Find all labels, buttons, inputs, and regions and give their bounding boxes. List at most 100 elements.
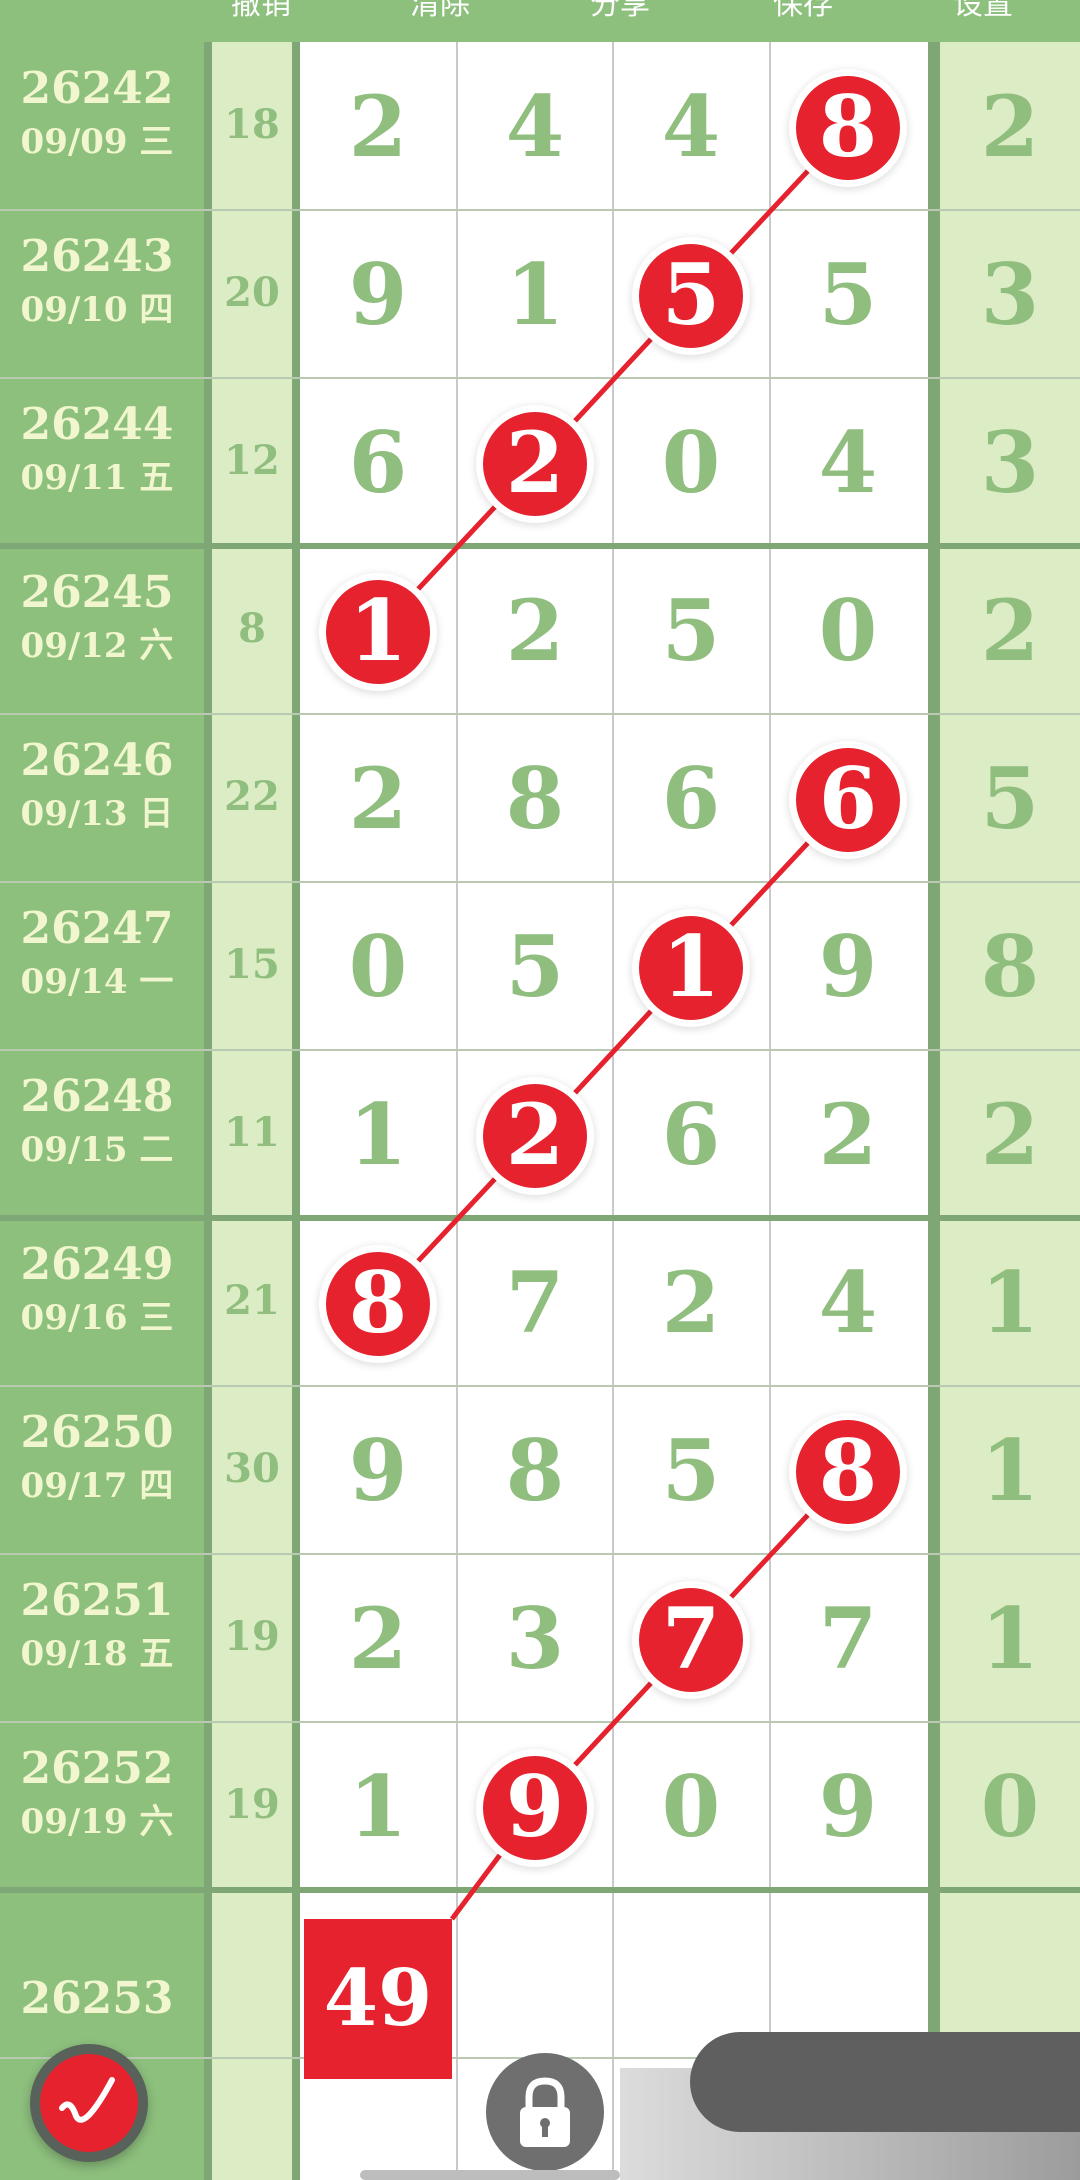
pen-icon (40, 2054, 138, 2152)
digit-cell[interactable]: 9 (300, 1426, 456, 1516)
issue-date: 09/16 三 (20, 1298, 174, 1338)
digit-sum: 20 (224, 269, 280, 316)
floating-toolbar[interactable] (690, 2032, 1080, 2132)
issue-date: 09/09 三 (20, 122, 174, 162)
issue-number: 26249 (20, 1239, 174, 1290)
pen-button[interactable] (30, 2044, 148, 2162)
digit-cell[interactable]: 5 (457, 922, 613, 1012)
issue-number: 26243 (20, 231, 174, 282)
digit-cell[interactable]: 8 (770, 82, 926, 172)
last-digit-cell: 1 (980, 1421, 1040, 1520)
digit-cell[interactable]: 7 (613, 1594, 769, 1684)
lock-icon (520, 2077, 570, 2147)
issue-number: 26251 (20, 1575, 174, 1626)
digit-cell[interactable]: 4 (613, 82, 769, 172)
digit-cell[interactable]: 2 (300, 754, 456, 844)
last-digit-cell: 3 (980, 245, 1040, 344)
digit-cell[interactable]: 5 (613, 250, 769, 340)
current-issue-number: 26253 (20, 1973, 174, 2024)
digit-cell[interactable]: 1 (300, 1762, 456, 1852)
digit-cell[interactable]: 5 (613, 586, 769, 676)
last-digit-cell: 2 (980, 77, 1040, 176)
issue-number: 26250 (20, 1407, 174, 1458)
last-digit-cell: 1 (980, 1589, 1040, 1688)
result-marker[interactable]: 49 (304, 1919, 452, 2079)
digit-cell[interactable]: 3 (457, 1594, 613, 1684)
digit-sum: 15 (224, 941, 280, 988)
digit-cell[interactable]: 8 (457, 1426, 613, 1516)
issue-number: 26244 (20, 399, 174, 450)
table-row: 26251 09/18 五 19 2 3 7 7 1 (0, 1554, 1080, 1722)
digit-cell[interactable]: 2 (770, 1090, 926, 1180)
issue-date: 09/19 六 (20, 1802, 174, 1842)
last-digit-cell: 2 (980, 1085, 1040, 1184)
digit-cell[interactable]: 4 (457, 82, 613, 172)
digit-sum: 11 (224, 1109, 280, 1156)
digit-cell[interactable]: 6 (770, 754, 926, 844)
digit-cell[interactable]: 2 (457, 418, 613, 508)
digit-cell[interactable]: 1 (457, 250, 613, 340)
digit-cell[interactable]: 8 (770, 1426, 926, 1516)
digit-cell[interactable]: 1 (300, 1090, 456, 1180)
digit-cell[interactable]: 8 (457, 754, 613, 844)
last-digit-cell: 8 (980, 917, 1040, 1016)
issue-number: 26242 (20, 63, 174, 114)
digit-cell[interactable]: 0 (300, 922, 456, 1012)
digit-cell[interactable]: 9 (770, 1762, 926, 1852)
digit-cell[interactable]: 6 (613, 1090, 769, 1180)
table-row: 26247 09/14 一 15 0 5 1 9 8 (0, 882, 1080, 1050)
digit-cell[interactable]: 5 (613, 1426, 769, 1516)
digit-sum: 19 (224, 1613, 280, 1660)
digit-sum: 19 (224, 1781, 280, 1828)
table-row: 26242 09/09 三 18 2 4 4 8 2 (0, 42, 1080, 210)
digit-cell[interactable]: 2 (457, 586, 613, 676)
digit-cell[interactable]: 9 (770, 922, 926, 1012)
last-digit-cell: 2 (980, 581, 1040, 680)
digit-cell[interactable]: 9 (457, 1762, 613, 1852)
digit-sum: 30 (224, 1445, 280, 1492)
issue-date: 09/13 日 (20, 794, 174, 834)
digit-cell[interactable]: 7 (457, 1258, 613, 1348)
issue-date: 09/11 五 (20, 458, 174, 498)
digit-cell[interactable]: 2 (300, 1594, 456, 1684)
digit-cell[interactable]: 0 (613, 418, 769, 508)
table-row: 26249 09/16 三 21 8 7 2 4 1 (0, 1218, 1080, 1386)
digit-sum: 12 (224, 437, 280, 484)
issue-date: 09/18 五 (20, 1634, 174, 1674)
digit-cell[interactable]: 1 (613, 922, 769, 1012)
digit-cell[interactable]: 4 (770, 1258, 926, 1348)
digit-cell[interactable]: 8 (300, 1258, 456, 1348)
digit-sum: 21 (224, 1277, 280, 1324)
issue-date: 09/10 四 (20, 290, 174, 330)
digit-cell[interactable]: 6 (300, 418, 456, 508)
digit-cell[interactable]: 2 (457, 1090, 613, 1180)
digit-cell[interactable]: 1 (300, 586, 456, 676)
lock-button[interactable] (486, 2053, 604, 2171)
issue-date: 09/14 一 (20, 962, 174, 1002)
digit-cell[interactable]: 0 (613, 1762, 769, 1852)
table-row: 26245 09/12 六812502 (0, 546, 1080, 714)
digit-sum: 18 (224, 101, 280, 148)
issue-number: 26252 (20, 1743, 174, 1794)
table-row: 26252 09/19 六 19 1 9 0 9 0 (0, 1722, 1080, 1890)
issue-number: 26248 (20, 1071, 174, 1122)
digit-cell[interactable]: 2 (300, 82, 456, 172)
last-digit-cell: 0 (980, 1757, 1040, 1856)
digit-cell[interactable]: 4 (770, 418, 926, 508)
issue-date: 09/15 二 (20, 1130, 174, 1170)
last-digit-cell: 1 (980, 1253, 1040, 1352)
issue-number: 26246 (20, 735, 174, 786)
issue-number: 26245 (20, 567, 174, 618)
table-row: 26246 09/13 日 22 2 8 6 6 5 (0, 714, 1080, 882)
digit-cell[interactable]: 6 (613, 754, 769, 844)
issue-number: 26247 (20, 903, 174, 954)
issue-date: 09/17 四 (20, 1466, 174, 1506)
digit-cell[interactable]: 5 (770, 250, 926, 340)
table-row: 26248 09/15 二 11 1 2 6 2 2 (0, 1050, 1080, 1218)
digit-sum: 22 (224, 773, 280, 820)
digit-cell[interactable]: 7 (770, 1594, 926, 1684)
digit-cell[interactable]: 0 (770, 586, 926, 676)
table-row: 26243 09/10 四 20 9 1 5 5 3 (0, 210, 1080, 378)
digit-cell[interactable]: 2 (613, 1258, 769, 1348)
digit-cell[interactable]: 9 (300, 250, 456, 340)
